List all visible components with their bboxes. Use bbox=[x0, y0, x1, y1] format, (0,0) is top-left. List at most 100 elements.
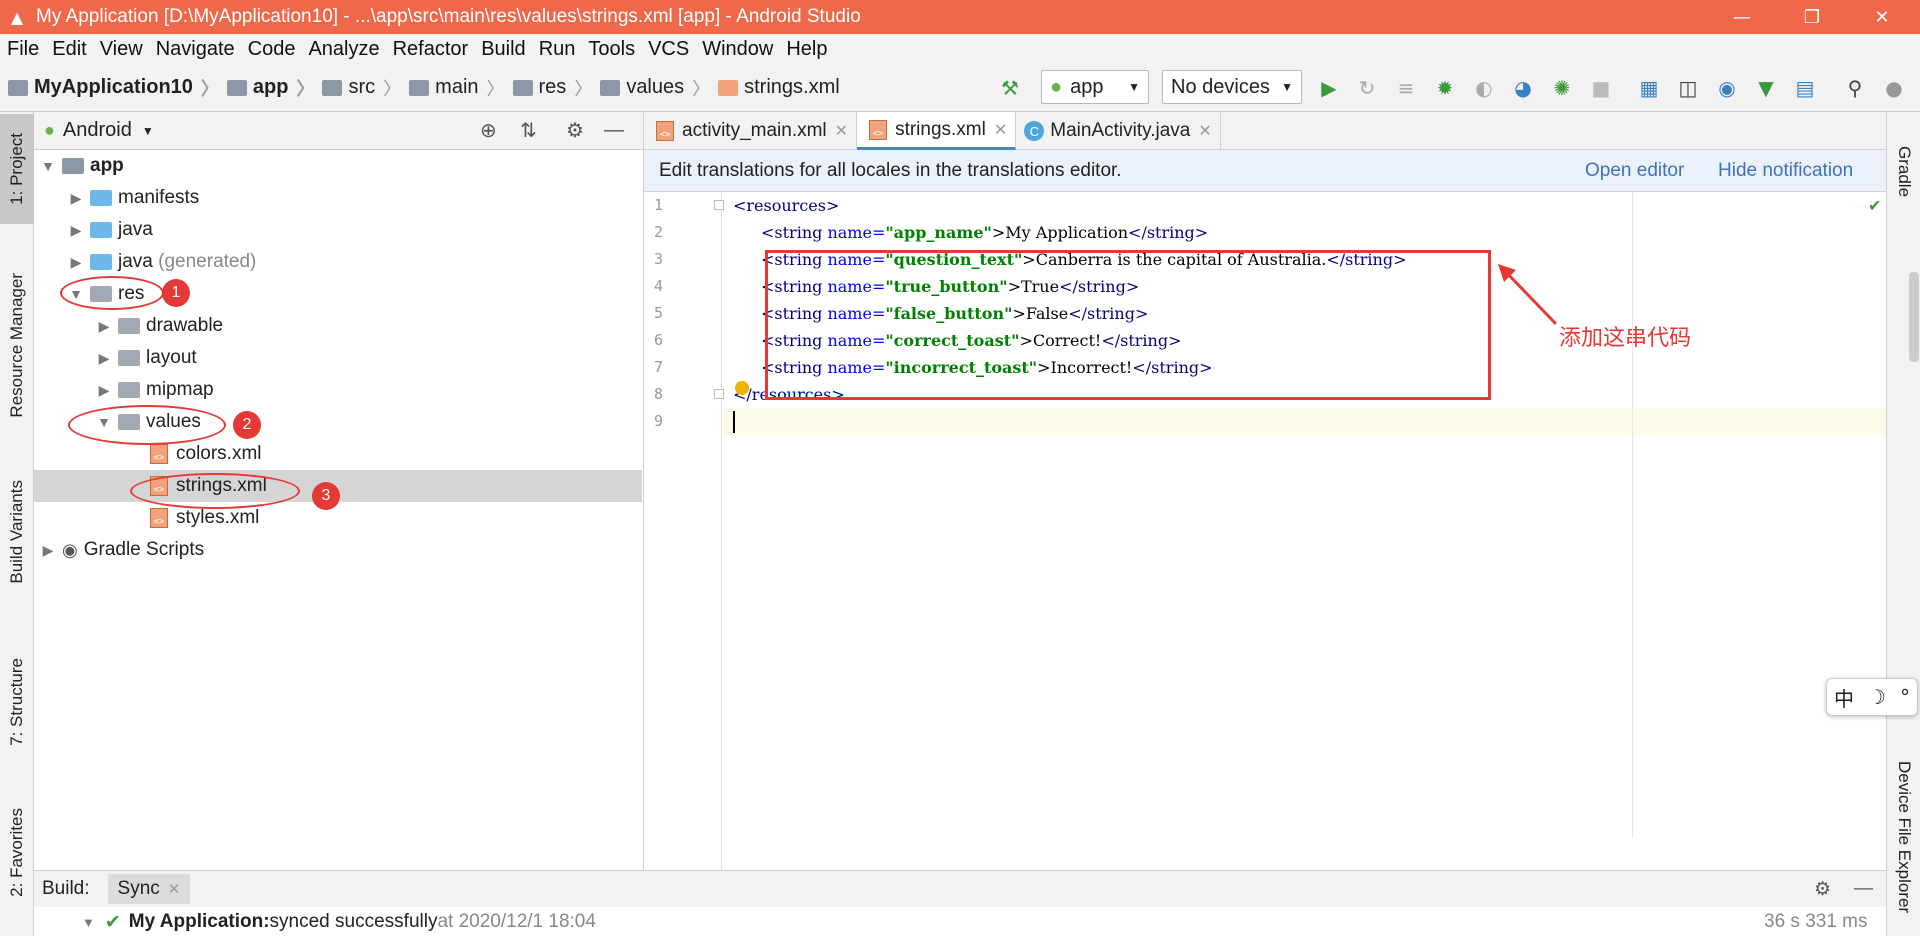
stop-icon[interactable]: ■ bbox=[1589, 76, 1613, 100]
tab-device-file-explorer[interactable]: Device File Explorer bbox=[1887, 742, 1920, 932]
intention-bulb-icon[interactable] bbox=[735, 381, 749, 395]
tree-item-drawable[interactable]: ▶ drawable bbox=[34, 310, 642, 342]
run-icon[interactable]: ▶ bbox=[1317, 76, 1341, 100]
moon-icon[interactable]: ☽ bbox=[1868, 685, 1886, 709]
tree-item-java[interactable]: ▶ java bbox=[34, 214, 642, 246]
device-dropdown[interactable]: No devices ▼ bbox=[1162, 70, 1302, 104]
collapsed-arrow-icon[interactable]: ▶ bbox=[66, 190, 86, 207]
annotation-highlight-box bbox=[765, 250, 1491, 400]
menu-window[interactable]: Window bbox=[695, 38, 779, 61]
tree-item-gradle-scripts[interactable]: ▶ ◉ Gradle Scripts bbox=[34, 534, 642, 566]
collapsed-arrow-icon[interactable]: ▶ bbox=[94, 318, 114, 335]
run-config-dropdown[interactable]: ● app ▼ bbox=[1041, 70, 1149, 104]
menu-refactor[interactable]: Refactor bbox=[386, 38, 475, 61]
close-tab-icon[interactable]: ✕ bbox=[168, 881, 181, 898]
restore-button[interactable]: ❐ bbox=[1782, 0, 1842, 34]
hide-panel-icon[interactable]: — bbox=[1854, 878, 1873, 900]
menu-analyze[interactable]: Analyze bbox=[301, 38, 385, 61]
minimize-button[interactable]: — bbox=[1712, 0, 1772, 34]
menu-code[interactable]: Code bbox=[241, 38, 302, 61]
tab-sync[interactable]: Sync ✕ bbox=[107, 874, 191, 904]
tree-item-manifests[interactable]: ▶ manifests bbox=[34, 182, 642, 214]
tree-item-layout[interactable]: ▶ layout bbox=[34, 342, 642, 374]
project-structure-icon[interactable]: ▤ bbox=[1793, 76, 1817, 100]
collapsed-arrow-icon[interactable]: ▶ bbox=[38, 542, 58, 559]
menu-view[interactable]: View bbox=[93, 38, 149, 61]
menu-build[interactable]: Build bbox=[474, 38, 531, 61]
tree-item-app[interactable]: ▼ app bbox=[34, 150, 642, 182]
ime-punctuation-icon[interactable]: ° bbox=[1900, 685, 1910, 709]
hide-panel-icon[interactable]: — bbox=[604, 119, 624, 142]
tree-item-java-generated[interactable]: ▶ java (generated) bbox=[34, 246, 642, 278]
tree-item-mipmap[interactable]: ▶ mipmap bbox=[34, 374, 642, 406]
tab-structure[interactable]: 7: Structure bbox=[0, 642, 34, 762]
breadcrumb-src[interactable]: src 〉 bbox=[322, 75, 401, 101]
tab-favorites[interactable]: 2: Favorites bbox=[0, 792, 34, 912]
menu-file[interactable]: File bbox=[0, 38, 45, 61]
breadcrumb-values[interactable]: values 〉 bbox=[600, 75, 710, 101]
gradle-sync-icon[interactable]: ◉ bbox=[1715, 76, 1739, 100]
close-tab-icon[interactable]: ✕ bbox=[835, 121, 848, 141]
menu-navigate[interactable]: Navigate bbox=[149, 38, 241, 61]
collapsed-arrow-icon[interactable]: ▶ bbox=[66, 254, 86, 271]
breadcrumb-project[interactable]: MyApplication10 〉 bbox=[8, 75, 219, 101]
collapsed-arrow-icon[interactable]: ▶ bbox=[94, 350, 114, 367]
expanded-arrow-icon[interactable]: ▼ bbox=[82, 915, 95, 930]
menu-vcs[interactable]: VCS bbox=[641, 38, 695, 61]
menu-edit[interactable]: Edit bbox=[45, 38, 92, 61]
tab-gradle[interactable]: Gradle bbox=[1887, 122, 1920, 222]
close-button[interactable]: ✕ bbox=[1852, 0, 1912, 34]
locate-file-icon[interactable]: ⊕ bbox=[480, 118, 497, 143]
avd-manager-icon[interactable]: ◫ bbox=[1676, 76, 1700, 100]
tab-activity-main-xml[interactable]: <> activity_main.xml ✕ bbox=[644, 112, 858, 150]
collapsed-arrow-icon[interactable]: ▶ bbox=[94, 382, 114, 399]
line-number-gutter: 1 2 3 4 5 6 7 8 9 bbox=[644, 192, 724, 870]
ime-toolbar[interactable]: 中 ☽ ° bbox=[1826, 678, 1918, 716]
debug-icon[interactable]: ✹ bbox=[1433, 76, 1457, 100]
hide-notification-link[interactable]: Hide notification bbox=[1718, 160, 1853, 182]
tab-mainactivity-java[interactable]: C MainActivity.java ✕ bbox=[1016, 112, 1221, 150]
profile-icon[interactable]: ◕ bbox=[1511, 76, 1535, 100]
attach-process-icon[interactable]: ✺ bbox=[1550, 76, 1574, 100]
apply-changes-icon[interactable]: ↻ bbox=[1355, 76, 1379, 100]
project-panel-header: ● Android ▼ ⊕ ⇅ ⚙ — bbox=[34, 112, 643, 150]
gear-icon[interactable]: ⚙ bbox=[1814, 878, 1831, 901]
dropdown-arrow-icon[interactable]: ▼ bbox=[142, 124, 154, 138]
build-status-row[interactable]: ▼ ✔ My Application: synced successfully … bbox=[34, 907, 1886, 937]
menu-tools[interactable]: Tools bbox=[581, 38, 641, 61]
ime-language[interactable]: 中 bbox=[1834, 683, 1854, 712]
menu-run[interactable]: Run bbox=[532, 38, 582, 61]
hammer-build-icon[interactable]: ⚒ bbox=[998, 76, 1022, 100]
collapsed-arrow-icon[interactable]: ▶ bbox=[66, 222, 86, 239]
menu-help[interactable]: Help bbox=[779, 38, 833, 61]
tree-item-styles-xml[interactable]: <> styles.xml bbox=[34, 502, 642, 534]
expanded-arrow-icon[interactable]: ▼ bbox=[38, 158, 58, 174]
tab-build-variants[interactable]: Build Variants bbox=[0, 462, 34, 602]
breadcrumb-strings-xml[interactable]: strings.xml bbox=[718, 76, 840, 99]
open-editor-link[interactable]: Open editor bbox=[1585, 160, 1684, 182]
xml-file-icon: <> bbox=[150, 508, 168, 528]
breadcrumb-main[interactable]: main 〉 bbox=[409, 75, 505, 101]
collapse-all-icon[interactable]: ⇅ bbox=[520, 118, 537, 143]
attach-debugger-icon[interactable]: ◐ bbox=[1472, 76, 1496, 100]
sync-project-icon[interactable]: ▦ bbox=[1637, 76, 1661, 100]
search-icon[interactable]: ⚲ bbox=[1843, 76, 1867, 100]
close-tab-icon[interactable]: ✕ bbox=[1198, 121, 1211, 141]
breadcrumb-res[interactable]: res 〉 bbox=[512, 75, 592, 101]
account-icon[interactable]: ● bbox=[1882, 76, 1906, 100]
sdk-manager-icon[interactable]: ▼ bbox=[1754, 76, 1778, 100]
breadcrumb-app[interactable]: app 〉 bbox=[226, 75, 314, 101]
apply-code-changes-icon[interactable]: ≡ bbox=[1394, 76, 1418, 100]
build-panel: Build: Sync ✕ ⚙ — ▼ ✔ My Application: syn… bbox=[34, 870, 1886, 937]
tab-strings-xml[interactable]: <> strings.xml ✕ bbox=[857, 112, 1017, 150]
project-panel: ● Android ▼ ⊕ ⇅ ⚙ — ▼ app ▶ manifests ▶ jav… bbox=[34, 112, 644, 870]
folder-icon bbox=[118, 318, 140, 334]
gear-icon[interactable]: ⚙ bbox=[566, 118, 584, 143]
gradle-elephant-icon: ◉ bbox=[62, 539, 78, 560]
tab-resource-manager[interactable]: Resource Manager bbox=[0, 260, 34, 430]
annotation-ellipse-strings bbox=[130, 473, 300, 509]
code-line: <resources> bbox=[733, 196, 840, 215]
close-tab-icon[interactable]: ✕ bbox=[994, 120, 1007, 140]
project-view-selector[interactable]: Android bbox=[63, 119, 132, 142]
tab-project[interactable]: 1: Project bbox=[0, 114, 34, 224]
